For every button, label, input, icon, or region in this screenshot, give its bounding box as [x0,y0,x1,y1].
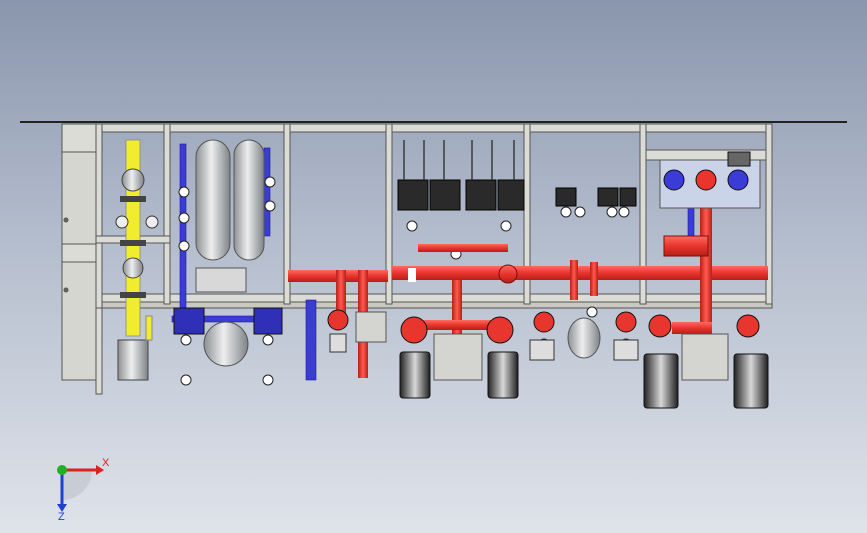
control-cabinet [61,151,97,381]
model-viewport[interactable] [0,0,867,533]
expansion-vessel [567,317,601,359]
burner-panel [645,149,767,209]
coordinate-triad-icon: X Z [57,457,110,522]
gas-line [115,139,159,381]
control-valves [397,179,637,211]
axis-z-label: Z [58,511,65,522]
heat-exchanger-rods [403,140,515,180]
axis-x-label: X [102,457,110,469]
